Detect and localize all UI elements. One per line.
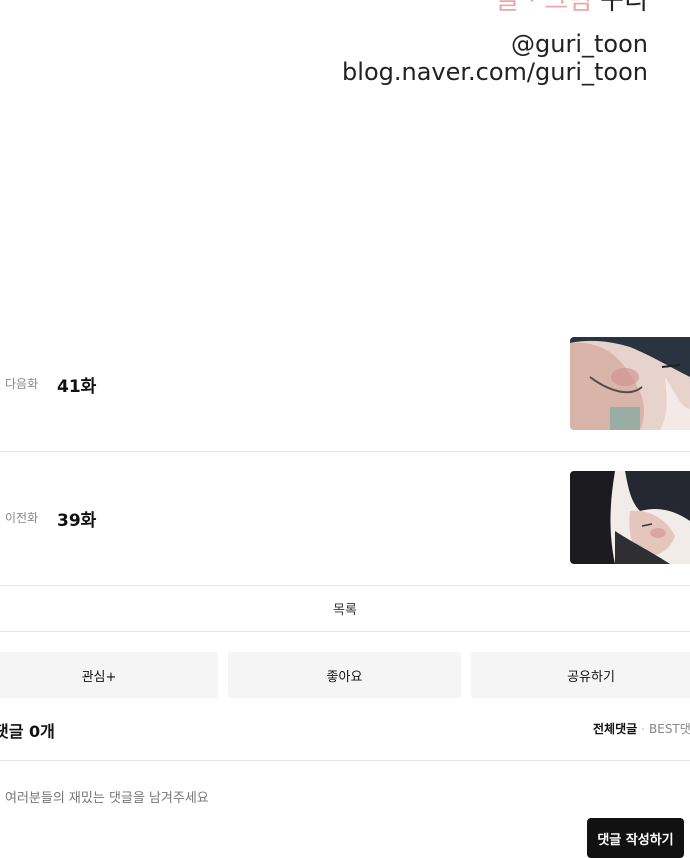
tab-all-comments[interactable]: 전체댓글 (593, 722, 637, 736)
credit-blog[interactable]: blog.naver.com/guri_toon (342, 58, 648, 86)
next-episode-title: 41화 (57, 377, 97, 397)
credit-line: 글 · 그림 구리 (342, 0, 648, 16)
prev-episode-title: 39화 (57, 511, 97, 531)
write-comment-button[interactable]: 댓글 작성하기 (587, 818, 684, 858)
prev-episode-label: 이전화 (5, 511, 39, 525)
author-credits: 글 · 그림 구리 @guri_toon blog.naver.com/guri_… (342, 0, 648, 86)
episode-list-row: 목록 (0, 586, 690, 632)
comment-tabs: 전체댓글 · BEST댓 (593, 720, 690, 737)
next-episode-thumbnail[interactable] (570, 337, 690, 430)
next-episode-thumbnail-image (570, 337, 690, 430)
prev-episode-row[interactable]: 이전화 39화 (0, 451, 690, 586)
comment-input[interactable]: 여러분들의 재밌는 댓글을 남겨주세요 (5, 787, 209, 806)
credit-role: 글 · 그림 (495, 0, 593, 16)
prev-episode-thumbnail[interactable] (570, 471, 690, 564)
share-button[interactable]: 공유하기 (471, 652, 690, 698)
prev-episode-thumbnail-image (570, 471, 690, 564)
credit-handle: @guri_toon (511, 30, 648, 58)
subscribe-button[interactable]: 관심+ (0, 652, 218, 698)
next-episode-row[interactable]: 다음화 41화 (0, 317, 690, 452)
tab-separator: · (641, 722, 645, 736)
comment-header: 댓글 0개 전체댓글 · BEST댓 (0, 716, 690, 761)
next-episode-label: 다음화 (5, 377, 39, 391)
credit-author: 구리 (600, 0, 648, 16)
tab-best-comments[interactable]: BEST댓 (649, 722, 690, 736)
like-button[interactable]: 좋아요 (228, 652, 461, 698)
comment-count: 댓글 0개 (0, 722, 55, 741)
episode-list-link[interactable]: 목록 (0, 599, 690, 618)
